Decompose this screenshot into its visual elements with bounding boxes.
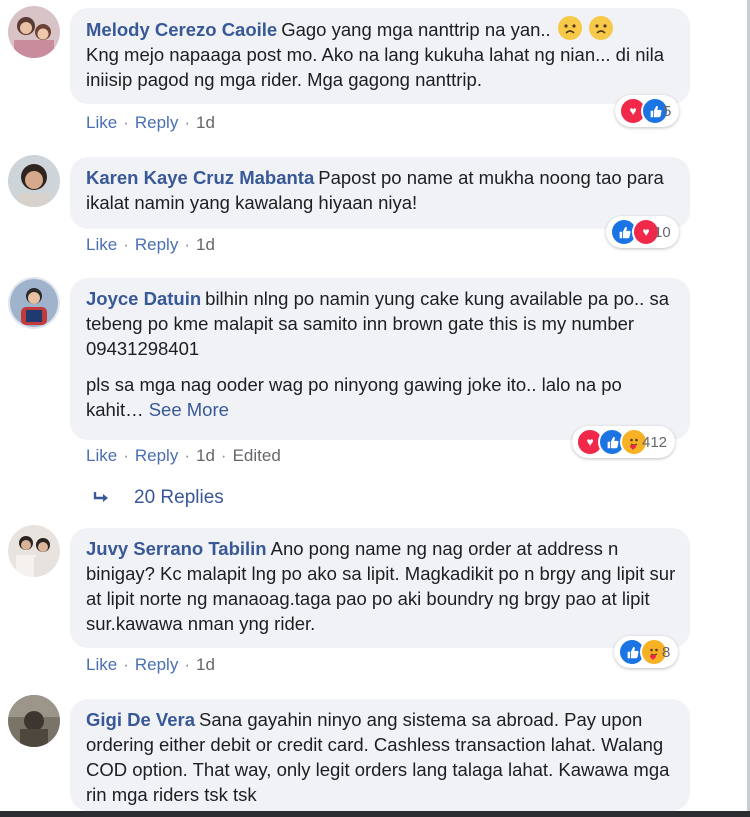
like-button[interactable]: Like: [86, 655, 117, 674]
comment-actions: Like · Reply · 1d: [86, 235, 215, 254]
comment-actions: Like · Reply · 1d: [86, 113, 215, 132]
avatar[interactable]: [8, 6, 60, 58]
window-border-bottom: [0, 811, 750, 817]
comment-time[interactable]: 1d: [196, 655, 215, 674]
reaction-summary[interactable]: 8: [614, 636, 679, 668]
replies-count[interactable]: 20 Replies: [134, 487, 224, 509]
avatar[interactable]: [8, 155, 60, 207]
comment-time[interactable]: 1d: [196, 113, 215, 132]
comment-text-continued: Kng mejo napaaga post mo. Ako na lang ku…: [86, 44, 665, 90]
reply-button[interactable]: Reply: [135, 655, 178, 674]
comment-actions: Like · Reply · 1d · Edited: [86, 446, 281, 465]
see-more-link[interactable]: See More: [149, 399, 229, 420]
reply-button[interactable]: Reply: [135, 235, 178, 254]
reply-button[interactable]: Reply: [135, 113, 178, 132]
worried-face-icon: [588, 16, 613, 40]
like-button[interactable]: Like: [86, 235, 117, 254]
reaction-count: 412: [642, 433, 668, 451]
view-replies-link[interactable]: 20 Replies: [92, 487, 224, 509]
comment-time[interactable]: 1d: [196, 235, 215, 254]
avatar[interactable]: [8, 277, 60, 329]
comment-text: Gago yang mga nanttrip na yan..: [281, 19, 551, 40]
reaction-summary[interactable]: ♥ 412: [572, 426, 676, 458]
reaction-summary[interactable]: ♥ 10: [606, 216, 679, 248]
comment-actions: Like · Reply · 1d: [86, 655, 215, 674]
comment-author[interactable]: Joyce Datuin: [86, 288, 201, 309]
edited-label: Edited: [232, 446, 281, 465]
like-button[interactable]: Like: [86, 446, 117, 465]
reaction-summary[interactable]: ♥ 5: [615, 95, 680, 127]
reply-button[interactable]: Reply: [135, 446, 178, 465]
worried-face-icon: [557, 16, 582, 40]
reaction-count: 10: [654, 223, 671, 241]
reaction-count: 5: [663, 102, 672, 120]
avatar[interactable]: [8, 525, 60, 577]
comment-bubble: Melody Cerezo Caoile Gago yang mga nanttr…: [70, 8, 690, 104]
reply-arrow-icon: [93, 492, 108, 502]
comment-bubble: Karen Kaye Cruz Mabanta Papost po name at…: [70, 157, 690, 229]
comment-author[interactable]: Gigi De Vera: [86, 709, 195, 730]
reaction-count: 8: [662, 643, 671, 661]
comment-author[interactable]: Karen Kaye Cruz Mabanta: [86, 167, 314, 188]
comment-bubble: Juvy Serrano Tabilin Ano pong name ng nag…: [70, 528, 690, 648]
avatar[interactable]: [8, 695, 60, 747]
like-button[interactable]: Like: [86, 113, 117, 132]
comment-time[interactable]: 1d: [196, 446, 215, 465]
comment-bubble: Joyce Datuin bilhin nlng po namin yung ca…: [70, 278, 690, 440]
comment-author[interactable]: Juvy Serrano Tabilin: [86, 538, 267, 559]
comment-author[interactable]: Melody Cerezo Caoile: [86, 19, 277, 40]
comment-bubble: Gigi De Vera Sana gayahin ninyo ang siste…: [70, 699, 690, 811]
